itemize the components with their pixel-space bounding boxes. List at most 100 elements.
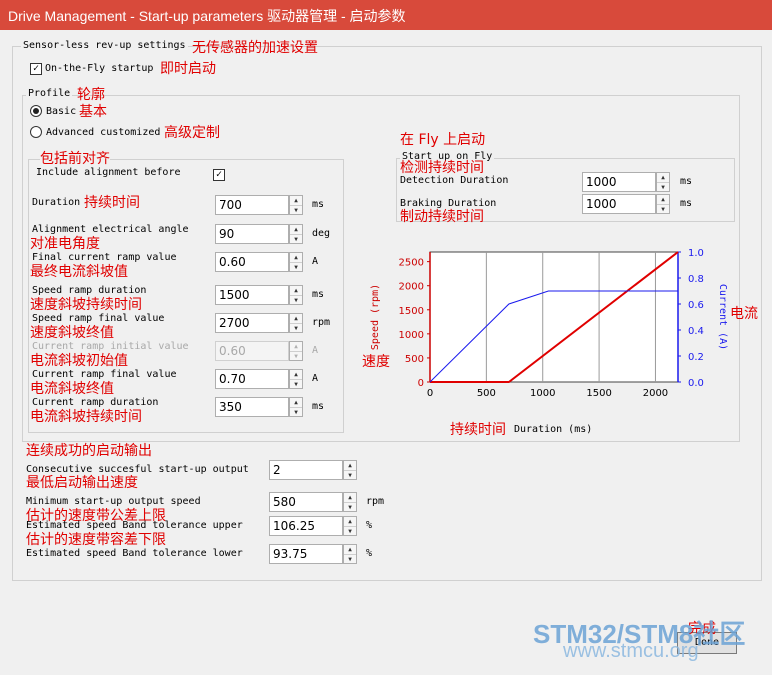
stepper-down-icon[interactable]: ▼ xyxy=(290,296,302,305)
stepper-down-icon[interactable]: ▼ xyxy=(657,183,669,192)
x-tick-label: 0 xyxy=(427,388,433,399)
x-tick-label: 1500 xyxy=(586,388,611,399)
window-title-bar[interactable]: Drive Management - Start-up parameters 驱… xyxy=(0,0,772,30)
stepper-up-icon[interactable]: ▲ xyxy=(344,517,356,527)
x-tick-label: 500 xyxy=(477,388,496,399)
estimated-speed-band-tolerance-lower-label: Estimated speed Band tolerance lower xyxy=(26,548,243,559)
stepper-down-icon[interactable]: ▼ xyxy=(290,206,302,215)
current-ramp-final-value-label: Current ramp final value xyxy=(32,369,177,380)
stepper-down-icon[interactable]: ▼ xyxy=(290,324,302,333)
duration-annotation: 持续时间 xyxy=(84,195,140,211)
speed-axis-annotation: 速度 xyxy=(362,354,390,370)
final-current-ramp-value-stepper[interactable]: ▲ ▼ xyxy=(289,252,303,272)
detection-duration-annotation: 检测持续时间 xyxy=(400,160,484,176)
speed-axis-title: Speed (rpm) xyxy=(370,284,381,350)
braking-duration-input[interactable]: 1000 xyxy=(582,194,656,214)
estimated-speed-band-tolerance-upper-annotation: 估计的速度带容差下限 xyxy=(26,532,166,548)
profile-group-label: Profile xyxy=(26,88,73,99)
y2-tick-label: 0.2 xyxy=(688,352,704,363)
stepper-up-icon[interactable]: ▲ xyxy=(344,493,356,503)
stepper-up-icon[interactable]: ▲ xyxy=(290,314,302,324)
stepper-up-icon[interactable]: ▲ xyxy=(290,398,302,408)
estimated-speed-band-tolerance-upper-stepper[interactable]: ▲ ▼ xyxy=(343,516,357,536)
stepper-up-icon[interactable]: ▲ xyxy=(344,461,356,471)
current-ramp-initial-value-input: 0.60 xyxy=(215,341,289,361)
radio-dot-icon xyxy=(33,108,39,114)
x-tick-label: 1000 xyxy=(530,388,555,399)
estimated-speed-band-tolerance-upper-input[interactable]: 106.25 xyxy=(269,516,343,536)
y-tick-label: 1000 xyxy=(399,330,424,341)
stepper-up-icon[interactable]: ▲ xyxy=(290,253,302,263)
speed-ramp-final-value-stepper[interactable]: ▲ ▼ xyxy=(289,313,303,333)
on-the-fly-label: On-the-Fly startup xyxy=(45,63,154,74)
stepper-down-icon[interactable]: ▼ xyxy=(290,380,302,389)
stepper-up-icon[interactable]: ▲ xyxy=(290,225,302,235)
detection-duration-label: Detection Duration xyxy=(400,175,509,186)
detection-duration-input[interactable]: 1000 xyxy=(582,172,656,192)
speed-ramp-final-value-input[interactable]: 2700 xyxy=(215,313,289,333)
stepper-down-icon[interactable]: ▼ xyxy=(290,408,302,417)
minimum-start-up-output-speed-input[interactable]: 580 xyxy=(269,492,343,512)
window-title: Drive Management - Start-up parameters 驱… xyxy=(8,8,406,24)
basic-annotation: 基本 xyxy=(79,104,107,120)
stepper-down-icon[interactable]: ▼ xyxy=(657,205,669,214)
consecutive-succesful-start-up-output-input[interactable]: 2 xyxy=(269,460,343,480)
y-tick-label: 2500 xyxy=(399,258,424,269)
speed-ramp-duration-label: Speed ramp duration xyxy=(32,285,147,296)
on-the-fly-checkbox[interactable]: ✓ xyxy=(30,63,42,75)
stepper-down-icon[interactable]: ▼ xyxy=(344,471,356,480)
current-ramp-final-value-input[interactable]: 0.70 xyxy=(215,369,289,389)
speed-ramp-duration-unit: ms xyxy=(312,289,325,300)
final-current-ramp-value-input[interactable]: 0.60 xyxy=(215,252,289,272)
alignment-electrical-angle-input[interactable]: 90 xyxy=(215,224,289,244)
y-tick-label: 2000 xyxy=(399,282,424,293)
y2-tick-label: 0.4 xyxy=(688,326,704,337)
check-mark-icon: ✓ xyxy=(215,169,223,180)
duration-label: Duration xyxy=(32,197,81,208)
stepper-down-icon[interactable]: ▼ xyxy=(344,555,356,564)
duration-input[interactable]: 700 xyxy=(215,195,289,215)
y2-tick-label: 0.6 xyxy=(688,300,704,311)
speed-ramp-final-value-annotation: 速度斜坡终值 xyxy=(30,325,114,341)
speed-ramp-duration-annotation: 速度斜坡持续时间 xyxy=(30,297,142,313)
plot-area xyxy=(429,251,679,383)
estimated-speed-band-tolerance-lower-stepper[interactable]: ▲ ▼ xyxy=(343,544,357,564)
duration-axis-label: Duration (ms) xyxy=(514,424,593,435)
basic-radio[interactable] xyxy=(30,105,42,117)
stepper-up-icon[interactable]: ▲ xyxy=(657,173,669,183)
current-ramp-duration-input[interactable]: 350 xyxy=(215,397,289,417)
stepper-down-icon[interactable]: ▼ xyxy=(344,527,356,536)
y-tick-label: 0 xyxy=(418,378,424,389)
duration-stepper[interactable]: ▲ ▼ xyxy=(289,195,303,215)
current-ramp-final-value-stepper[interactable]: ▲ ▼ xyxy=(289,369,303,389)
final-current-ramp-value-annotation: 最终电流斜坡值 xyxy=(30,264,128,280)
detection-duration-stepper[interactable]: ▲ ▼ xyxy=(656,172,670,192)
minimum-start-up-output-speed-stepper[interactable]: ▲ ▼ xyxy=(343,492,357,512)
include-alignment-checkbox[interactable]: ✓ xyxy=(213,169,225,181)
stepper-down-icon[interactable]: ▼ xyxy=(290,235,302,244)
stepper-up-icon[interactable]: ▲ xyxy=(290,196,302,206)
current-ramp-duration-stepper[interactable]: ▲ ▼ xyxy=(289,397,303,417)
speed-ramp-duration-input[interactable]: 1500 xyxy=(215,285,289,305)
stepper-up-icon[interactable]: ▲ xyxy=(657,195,669,205)
watermark-url: www.stmcu.org xyxy=(563,640,699,662)
stepper-up-icon[interactable]: ▲ xyxy=(290,370,302,380)
x-tick-label: 2000 xyxy=(643,388,668,399)
current-ramp-initial-value-stepper: ▲ ▼ xyxy=(289,341,303,361)
speed-ramp-final-value-label: Speed ramp final value xyxy=(32,313,165,324)
alignment-electrical-angle-stepper[interactable]: ▲ ▼ xyxy=(289,224,303,244)
estimated-speed-band-tolerance-upper-label: Estimated speed Band tolerance upper xyxy=(26,520,243,531)
current-ramp-initial-value-label: Current ramp initial value xyxy=(32,341,189,352)
stepper-down-icon[interactable]: ▼ xyxy=(344,503,356,512)
stepper-up-icon[interactable]: ▲ xyxy=(290,286,302,296)
stepper-up-icon[interactable]: ▲ xyxy=(344,545,356,555)
consecutive-succesful-start-up-output-annotation: 最低启动输出速度 xyxy=(26,475,138,491)
speed-ramp-duration-stepper[interactable]: ▲ ▼ xyxy=(289,285,303,305)
current-ramp-final-value-unit: A xyxy=(312,373,319,384)
estimated-speed-band-tolerance-lower-input[interactable]: 93.75 xyxy=(269,544,343,564)
stepper-down-icon[interactable]: ▼ xyxy=(290,263,302,272)
advanced-customized-radio[interactable] xyxy=(30,126,42,138)
braking-duration-stepper[interactable]: ▲ ▼ xyxy=(656,194,670,214)
consecutive-succesful-start-up-output-stepper[interactable]: ▲ ▼ xyxy=(343,460,357,480)
y-tick-label: 1500 xyxy=(399,306,424,317)
